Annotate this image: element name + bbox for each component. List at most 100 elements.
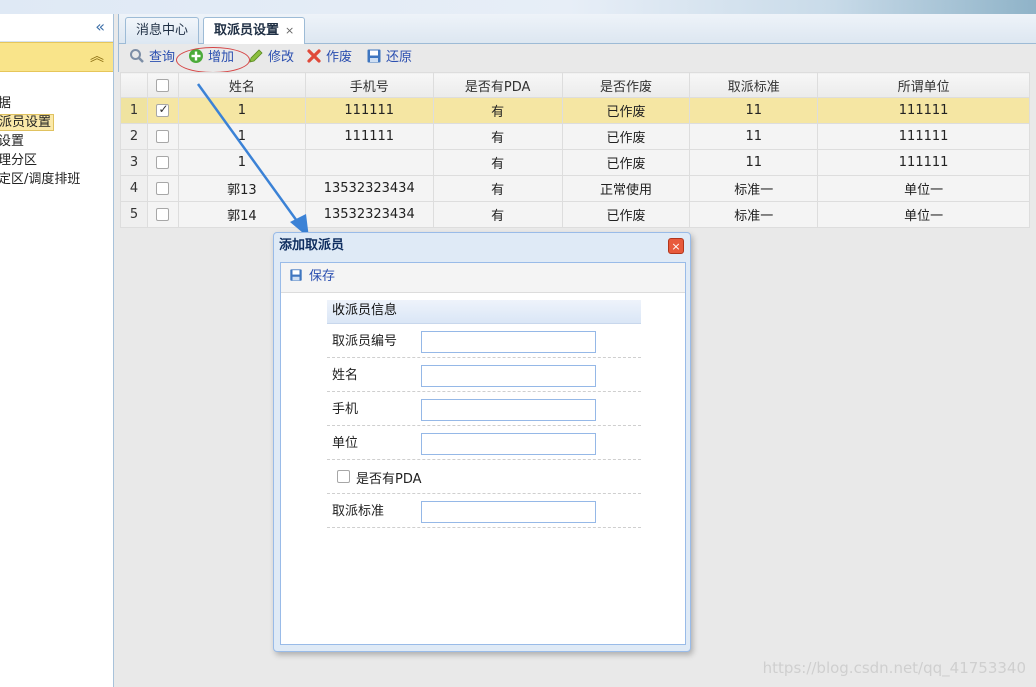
dialog-title: 添加取派员 (279, 238, 345, 253)
standard-cell: 11 (689, 149, 819, 176)
restore-button[interactable]: 还原 (366, 48, 412, 68)
row-checkbox[interactable] (156, 208, 170, 221)
double-chevron-up-icon[interactable]: ︽ (90, 49, 104, 65)
row-checkbox[interactable] (156, 156, 170, 169)
add-button-highlight-circle (176, 47, 250, 73)
row-checkbox[interactable] (156, 130, 170, 143)
table-row[interactable]: 11111111有已作废11111111 (120, 97, 1030, 124)
row-checkbox[interactable] (156, 182, 170, 195)
phone-cell: 13532323434 (304, 201, 434, 228)
pda-cell: 有 (432, 97, 563, 124)
void-button[interactable]: 作废 (306, 48, 352, 68)
standard-input[interactable] (421, 501, 596, 523)
close-icon[interactable]: × (668, 238, 684, 254)
save-disk-icon (367, 49, 381, 63)
save-button[interactable]: 保存 (281, 263, 685, 293)
void-status-cell: 已作废 (561, 149, 691, 176)
column-header[interactable]: 取派标准 (689, 72, 819, 98)
courier-id-input[interactable] (421, 331, 596, 353)
sidebar-header: « (0, 14, 113, 42)
form-row-phone: 手机 (327, 392, 641, 426)
tab-message-center[interactable]: 消息中心 (125, 17, 200, 44)
search-button[interactable]: 查询 (129, 48, 175, 68)
row-checkbox[interactable] (156, 102, 170, 117)
sidebar-item-label: 据 (0, 96, 12, 111)
void-status-cell: 已作废 (561, 123, 691, 150)
select-all-checkbox-cell[interactable] (146, 72, 179, 98)
table-row[interactable]: 4 郭13 13532323434 有正常使用 标准一 单位一 (120, 175, 1030, 202)
table-row[interactable]: 3 1 有已作废 11 111111 (120, 149, 1030, 176)
phone-input[interactable] (421, 399, 596, 421)
void-status-cell: 正常使用 (561, 175, 691, 202)
void-status-cell: 已作废 (561, 201, 691, 228)
pda-cell: 有 (432, 123, 563, 150)
select-all-checkbox[interactable] (156, 78, 170, 92)
form-row-id: 取派员编号 (327, 324, 641, 358)
form-row-standard: 取派标准 (327, 494, 641, 528)
restore-label: 还原 (386, 50, 413, 65)
void-status-cell: 已作废 (561, 97, 691, 124)
sidebar: « ︽ 据 派员设置 设置 理分区 定区/调度排班 (0, 14, 114, 687)
row-checkbox-cell[interactable] (146, 123, 179, 150)
header-banner (0, 0, 1036, 14)
watermark: https://blog.csdn.net/qq_41753340 (762, 659, 1026, 677)
has-pda-checkbox[interactable] (337, 470, 350, 483)
tab-courier-settings[interactable]: 取派员设置 × (203, 17, 306, 45)
cancel-x-icon (307, 49, 321, 63)
phone-cell: 111111 (304, 123, 434, 150)
tab-label: 取派员设置 (214, 23, 280, 38)
void-label: 作废 (326, 50, 353, 65)
form-row-pda: 是否有PDA (327, 460, 641, 494)
table-row[interactable]: 2 1 111111 有已作废 11 111111 (120, 123, 1030, 150)
column-header[interactable]: 是否作废 (561, 72, 691, 98)
form-section-title: 收派员信息 (327, 300, 641, 324)
name-label: 姓名 (332, 368, 359, 383)
edit-button[interactable]: 修改 (248, 48, 294, 68)
row-checkbox-cell[interactable] (146, 175, 179, 202)
unit-cell: 单位一 (817, 201, 1030, 228)
tab-bar: 消息中心 取派员设置 × (118, 14, 1036, 45)
sidebar-item-label: 定区/调度排班 (0, 172, 81, 187)
sidebar-item[interactable]: 理分区 (0, 151, 113, 170)
column-header[interactable]: 是否有PDA (432, 72, 563, 98)
column-header[interactable]: 所谓单位 (817, 72, 1030, 98)
standard-cell: 11 (689, 123, 819, 150)
row-checkbox-cell[interactable] (146, 149, 179, 176)
row-number: 4 (120, 175, 148, 202)
sidebar-panel-title[interactable]: ︽ (0, 42, 113, 72)
row-number: 1 (120, 97, 148, 124)
pda-cell: 有 (432, 175, 563, 202)
column-header[interactable]: 姓名 (177, 72, 306, 98)
has-pda-label: 是否有PDA (356, 472, 422, 487)
phone-cell (304, 149, 434, 176)
add-courier-dialog: 添加取派员 × 保存 收派员信息 取派员编号 姓名 手机 单位 是否有PDA 取… (273, 232, 691, 652)
courier-datagrid: 姓名 手机号 是否有PDA 是否作废 取派标准 所谓单位 11111111有已作… (120, 72, 1030, 228)
sidebar-item-courier-settings[interactable]: 派员设置 (0, 113, 113, 132)
phone-cell: 13532323434 (304, 175, 434, 202)
sidebar-item-label: 理分区 (0, 153, 38, 168)
dialog-body: 保存 收派员信息 取派员编号 姓名 手机 单位 是否有PDA 取派标准 (280, 262, 686, 645)
phone-label: 手机 (332, 402, 359, 417)
sidebar-item[interactable]: 据 (0, 94, 113, 113)
pencil-icon (249, 49, 263, 63)
column-header[interactable]: 手机号 (304, 72, 434, 98)
row-checkbox-cell[interactable] (146, 97, 179, 124)
row-checkbox-cell[interactable] (146, 201, 179, 228)
double-chevron-left-icon[interactable]: « (95, 18, 105, 36)
row-number: 2 (120, 123, 148, 150)
sidebar-item-label: 设置 (0, 134, 25, 149)
name-input[interactable] (421, 365, 596, 387)
sidebar-item-label: 派员设置 (0, 114, 55, 131)
standard-cell: 标准一 (689, 201, 819, 228)
table-header-row: 姓名 手机号 是否有PDA 是否作废 取派标准 所谓单位 (120, 72, 1030, 98)
search-icon (130, 49, 144, 63)
unit-input[interactable] (421, 433, 596, 455)
standard-label: 取派标准 (332, 504, 385, 519)
row-number-header (120, 72, 148, 98)
sidebar-item[interactable]: 设置 (0, 132, 113, 151)
close-icon[interactable]: × (285, 24, 294, 37)
name-cell: 1 (177, 123, 306, 150)
row-number: 3 (120, 149, 148, 176)
sidebar-item[interactable]: 定区/调度排班 (0, 170, 113, 189)
table-row[interactable]: 5 郭14 13532323434 有已作废 标准一 单位一 (120, 201, 1030, 228)
